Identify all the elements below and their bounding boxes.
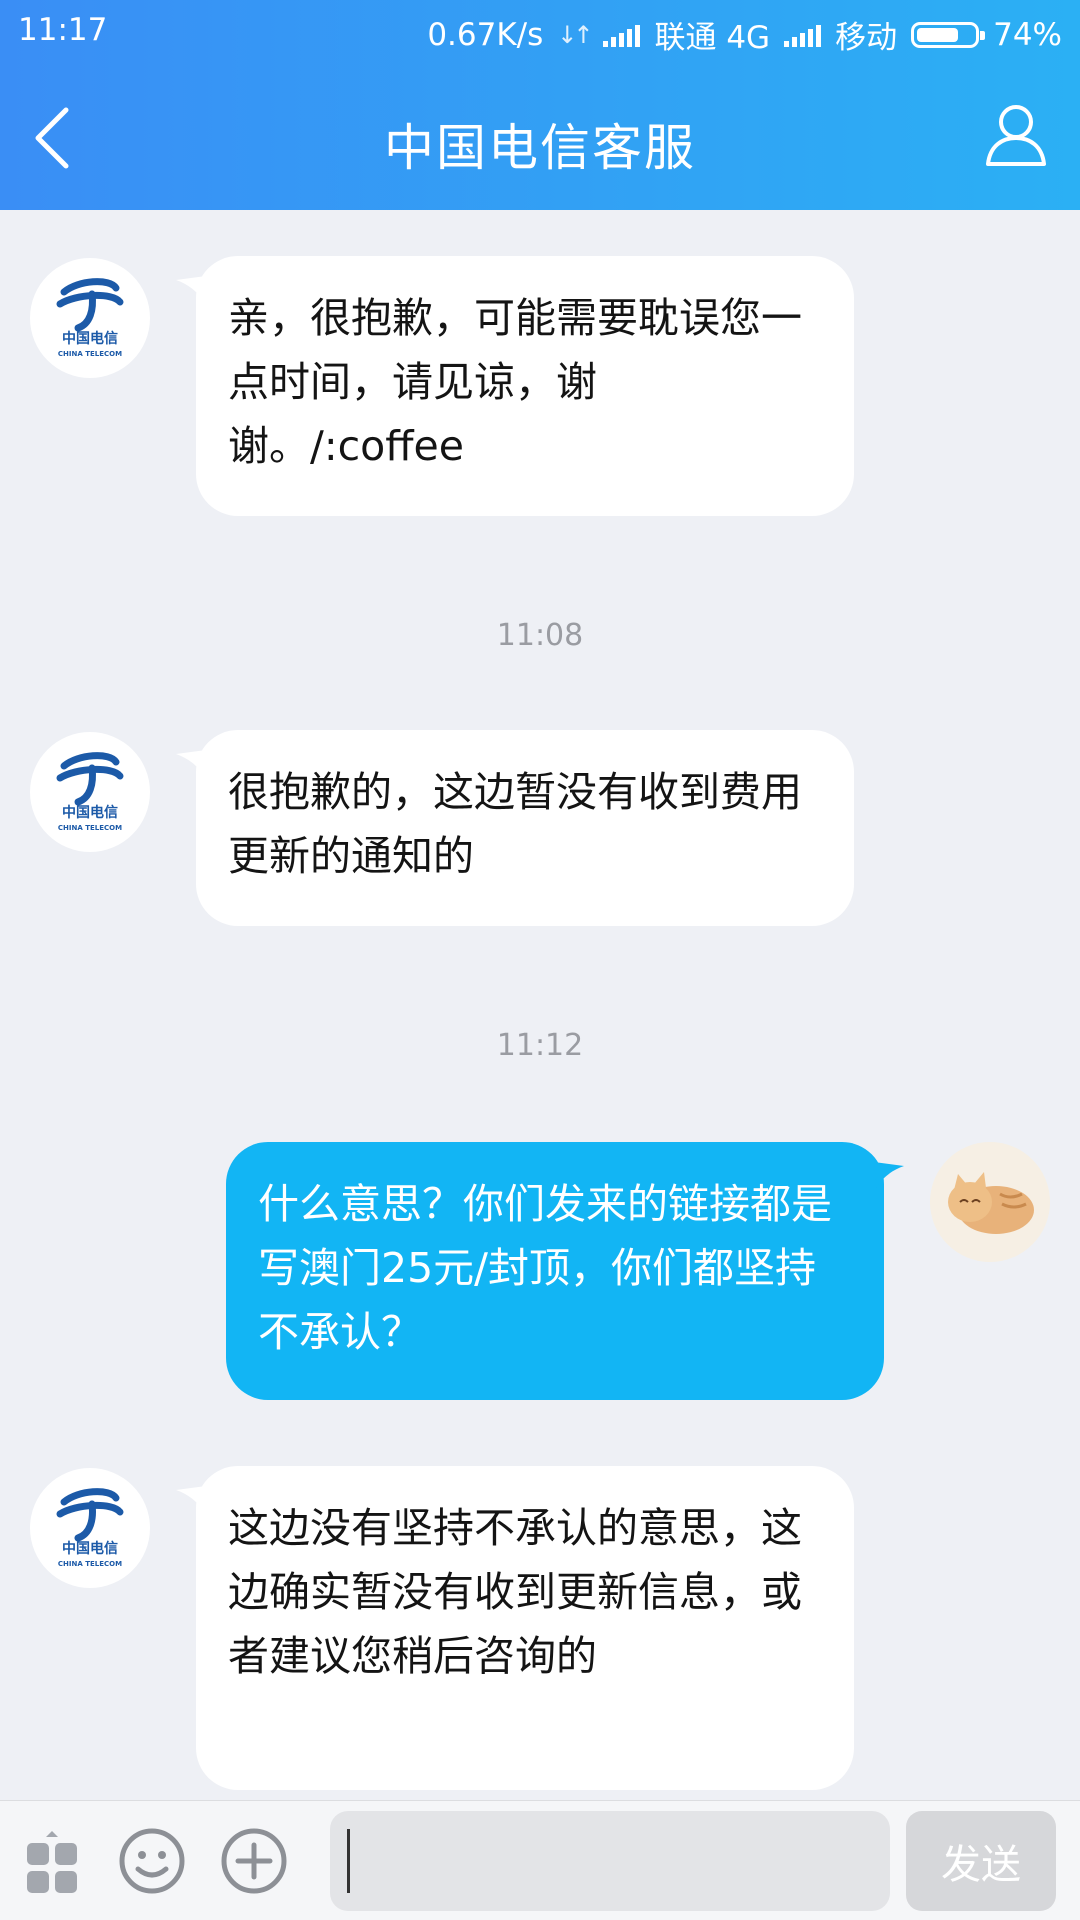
status-time: 11:17 (18, 12, 108, 48)
china-telecom-logo-icon (56, 752, 124, 806)
chat-screen: 11:17 0.67K/s ↓↑ 联通 4G 移动 74% 中国电信客服 中国电… (0, 0, 1080, 1920)
network-speed: 0.67K/s (427, 16, 544, 53)
battery-percent: 74% (993, 16, 1062, 53)
carrier-mobile: 移动 (835, 20, 898, 56)
message-text: 很抱歉的，这边暂没有收到费用更新的通知的 (228, 768, 802, 880)
message-text: 亲，很抱歉，可能需要耽误您一点时间，请见谅，谢谢。/:coffee (228, 294, 802, 470)
battery-cap (980, 30, 986, 40)
logo-label: 中国电信 (62, 1541, 118, 1557)
status-bar: 11:17 0.67K/s ↓↑ 联通 4G 移动 74% (0, 0, 1080, 62)
timestamp: 11:08 (496, 618, 584, 653)
user-avatar[interactable] (930, 1142, 1050, 1262)
emoji-button[interactable] (118, 1827, 186, 1895)
message-input[interactable] (330, 1811, 890, 1911)
bubble-tail (874, 1162, 904, 1188)
china-telecom-logo-icon (56, 278, 124, 332)
logo-sublabel: CHINA TELECOM (57, 1560, 123, 1568)
apps-button[interactable] (24, 1829, 80, 1895)
carrier-unicom: 联通 4G (654, 20, 771, 56)
page-title: 中国电信客服 (384, 119, 696, 177)
smiley-icon (119, 1828, 185, 1894)
logo-sublabel: CHINA TELECOM (57, 824, 123, 832)
message-text: 什么意思？你们发来的链接都是写澳门25元/封顶，你们都坚持不承认？ (258, 1180, 832, 1356)
logo-sublabel: CHINA TELECOM (57, 350, 123, 358)
send-button[interactable]: 发送 (906, 1811, 1056, 1911)
timestamp: 11:12 (496, 1028, 584, 1063)
agent-avatar[interactable]: 中国电信 CHINA TELECOM (30, 1468, 150, 1588)
data-transfer-icon: ↓↑ (557, 20, 593, 49)
agent-avatar[interactable]: 中国电信 CHINA TELECOM (30, 258, 150, 378)
apps-grid-icon (27, 1831, 77, 1893)
bubble-tail (176, 1486, 206, 1512)
plus-button[interactable] (220, 1827, 288, 1895)
message-bubble-agent[interactable]: 这边没有坚持不承认的意思，这边确实暂没有收到更新信息，或者建议您稍后咨询的 (176, 1466, 854, 1790)
bubble-tail (176, 276, 206, 302)
cat-avatar-icon (930, 1142, 1050, 1262)
logo-label: 中国电信 (62, 331, 118, 347)
message-bubble-agent[interactable]: 亲，很抱歉，可能需要耽误您一点时间，请见谅，谢谢。/:coffee (176, 256, 854, 516)
signal-strength-icon (784, 23, 822, 47)
text-caret (347, 1829, 350, 1893)
china-telecom-logo-icon (56, 1488, 124, 1542)
message-bubble-agent[interactable]: 很抱歉的，这边暂没有收到费用更新的通知的 (176, 730, 854, 926)
input-bar: 发送 (0, 1800, 1080, 1920)
profile-button[interactable] (980, 98, 1052, 170)
battery-icon (911, 21, 986, 48)
battery-fill (917, 27, 959, 42)
logo-label: 中国电信 (62, 805, 118, 821)
signal-strength-icon (603, 23, 641, 47)
message-bubble-user[interactable]: 什么意思？你们发来的链接都是写澳门25元/封顶，你们都坚持不承认？ (226, 1142, 904, 1400)
message-list[interactable]: 中国电信 CHINA TELECOM 亲，很抱歉，可能需要耽误您一点时间，请见谅… (0, 210, 1080, 1800)
message-text: 这边没有坚持不承认的意思，这边确实暂没有收到更新信息，或者建议您稍后咨询的 (228, 1504, 802, 1680)
agent-avatar[interactable]: 中国电信 CHINA TELECOM (30, 732, 150, 852)
status-indicators: 0.67K/s ↓↑ 联通 4G 移动 74% (427, 12, 1062, 57)
bubble-tail (176, 750, 206, 776)
person-outline-icon (986, 105, 1046, 166)
app-header: 11:17 0.67K/s ↓↑ 联通 4G 移动 74% 中国电信客服 (0, 0, 1080, 210)
plus-circle-icon (221, 1828, 287, 1894)
nav-bar: 中国电信客服 (0, 62, 1080, 210)
